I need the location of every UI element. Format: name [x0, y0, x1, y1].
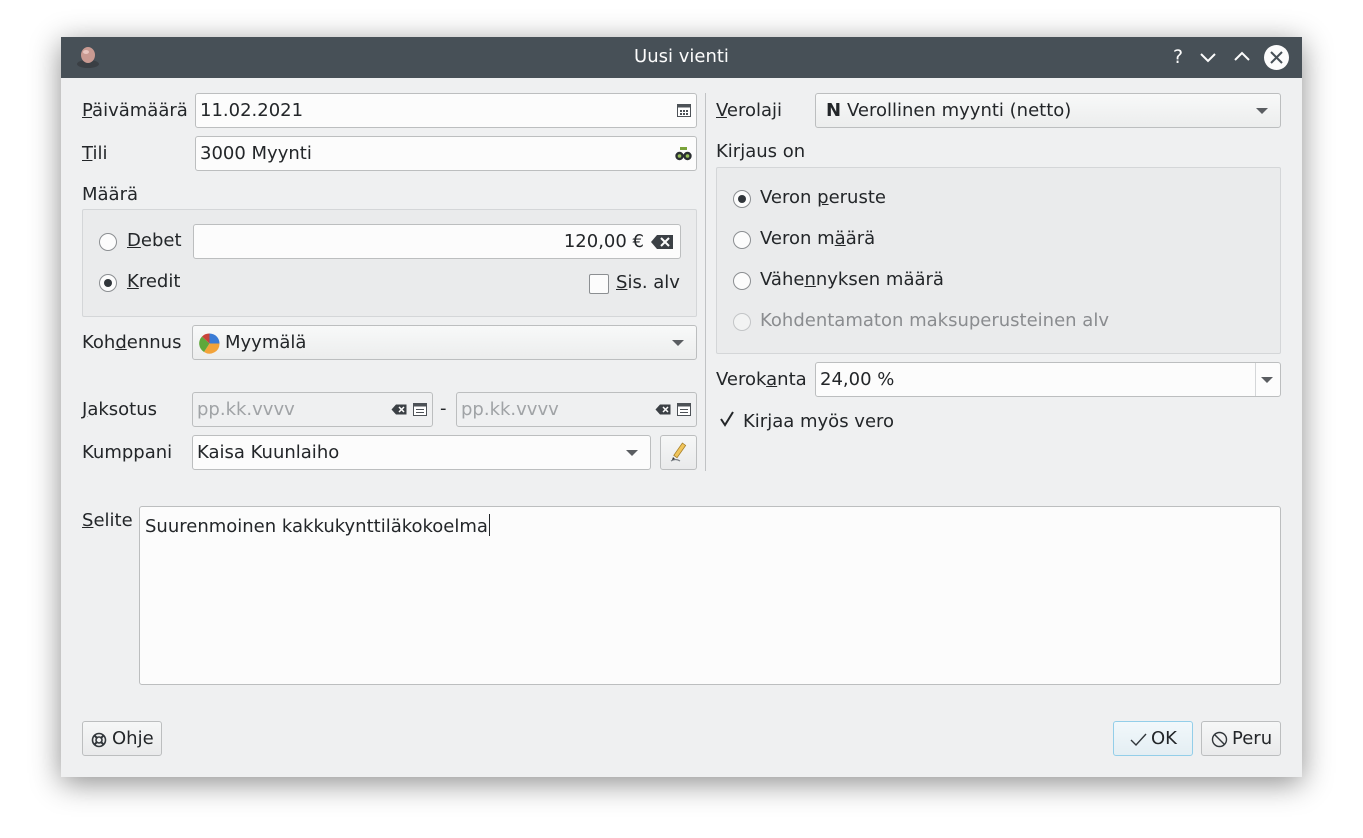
help-button-label: Ohje — [112, 728, 154, 749]
clear-text-icon[interactable] — [650, 234, 674, 250]
edit-partner-button[interactable] — [660, 435, 697, 470]
amount-label: Määrä — [82, 184, 139, 205]
partner-label: Kumppani — [82, 442, 173, 463]
dropdown-arrow-icon — [1261, 377, 1273, 383]
allocation-value: Myymälä — [225, 332, 307, 353]
option-deduction-radio[interactable] — [733, 272, 751, 290]
tax-type-value: Verollinen myynti (netto) — [847, 100, 1072, 121]
debit-radio[interactable] — [99, 233, 117, 251]
column-separator — [705, 93, 706, 471]
dialog-content: Päivämäärä 11.02.2021 Tili 3000 Myynti M… — [61, 78, 1302, 777]
period-to-placeholder: pp.kk.vvvv — [461, 399, 559, 420]
option-deduction-label[interactable]: Vähennyksen määrä — [760, 269, 944, 290]
option-unallocated-radio[interactable] — [733, 313, 751, 331]
period-to-field[interactable]: pp.kk.vvvv — [456, 392, 697, 427]
tax-rate-combobox[interactable]: 24,00 % — [815, 362, 1281, 397]
account-value: 3000 Myynti — [200, 143, 312, 164]
option-tax-base-radio[interactable] — [733, 190, 751, 208]
allocation-label: Kohdennus — [82, 332, 182, 353]
dropdown-arrow-icon — [672, 340, 684, 346]
tax-rate-value: 24,00 % — [820, 369, 895, 390]
checkmark-icon — [1130, 733, 1147, 746]
binoculars-icon[interactable] — [675, 147, 692, 161]
period-from-placeholder: pp.kk.vvvv — [197, 399, 295, 420]
tax-type-combobox[interactable]: N Verollinen myynti (netto) — [815, 93, 1281, 128]
incl-vat-checkbox[interactable] — [589, 274, 609, 294]
period-from-field[interactable]: pp.kk.vvvv — [192, 392, 433, 427]
tax-code: N — [826, 100, 842, 121]
ok-button-label: OK — [1151, 728, 1177, 749]
description-label: Selite — [82, 510, 133, 531]
also-post-tax-checkbox[interactable] — [718, 410, 736, 428]
title-bar[interactable]: Uusi vienti ? — [61, 37, 1302, 78]
option-tax-amount-label[interactable]: Veron määrä — [760, 228, 875, 249]
description-textarea[interactable]: Suurenmoinen kakkukynttiläkokoelma — [139, 506, 1281, 685]
option-unallocated-label: Kohdentamaton maksuperusteinen alv — [760, 310, 1109, 331]
cancel-button[interactable]: Peru — [1201, 721, 1281, 756]
amount-value: 120,00 € — [563, 231, 644, 252]
account-label: Tili — [82, 143, 108, 164]
partner-value: Kaisa Kuunlaiho — [197, 442, 340, 463]
calendar-icon[interactable] — [677, 403, 691, 416]
cancel-icon — [1211, 731, 1228, 748]
edit-pencil-icon — [670, 442, 687, 462]
dropdown-arrow-icon — [1256, 108, 1268, 114]
ok-button[interactable]: OK — [1113, 721, 1193, 756]
credit-radio[interactable] — [99, 274, 117, 292]
incl-vat-label[interactable]: Sis. alv — [616, 272, 680, 293]
amount-groupbox: Debet Kredit 120,00 € Sis. alv — [82, 209, 697, 317]
amount-field[interactable]: 120,00 € — [193, 224, 681, 259]
credit-label[interactable]: Kredit — [127, 271, 180, 292]
dialog-window: Uusi vienti ? Päivämäärä 11.02.2021 Tili… — [61, 37, 1302, 777]
cancel-button-label: Peru — [1232, 728, 1273, 749]
calendar-icon[interactable] — [677, 104, 691, 117]
window-title: Uusi vienti — [634, 46, 729, 67]
date-field[interactable]: 11.02.2021 — [195, 93, 697, 128]
description-value: Suurenmoinen kakkukynttiläkokoelma — [145, 514, 490, 537]
pie-chart-icon — [199, 333, 220, 354]
text-cursor — [488, 514, 490, 536]
close-button[interactable] — [1264, 45, 1289, 70]
help-title-button[interactable]: ? — [1166, 45, 1190, 69]
clear-text-icon[interactable] — [391, 404, 407, 415]
help-button[interactable]: Ohje — [82, 721, 162, 756]
combo-divider — [1255, 363, 1256, 396]
also-post-tax-label[interactable]: Kirjaa myös vero — [743, 411, 894, 432]
minimize-button[interactable] — [1198, 49, 1218, 65]
partner-combobox[interactable]: Kaisa Kuunlaiho — [192, 435, 651, 470]
tax-rate-label: Verokanta — [716, 369, 807, 390]
allocation-combobox[interactable]: Myymälä — [192, 325, 697, 360]
close-icon — [1270, 51, 1283, 64]
calendar-icon[interactable] — [413, 403, 427, 416]
option-tax-amount-radio[interactable] — [733, 231, 751, 249]
lifebuoy-icon — [91, 732, 107, 748]
period-separator: - — [440, 398, 447, 419]
option-tax-base-label[interactable]: Veron peruste — [760, 187, 886, 208]
dropdown-arrow-icon — [626, 450, 638, 456]
tax-type-label: Verolaji — [716, 100, 783, 121]
date-label: Päivämäärä — [82, 100, 188, 121]
maximize-button[interactable] — [1232, 49, 1252, 65]
entry-is-label: Kirjaus on — [716, 141, 806, 162]
entry-type-groupbox: Veron peruste Veron määrä Vähennyksen mä… — [716, 167, 1281, 354]
period-label: Jaksotus — [82, 399, 158, 420]
account-field[interactable]: 3000 Myynti — [195, 136, 697, 171]
clear-text-icon[interactable] — [655, 404, 671, 415]
date-value: 11.02.2021 — [200, 100, 304, 121]
debit-label[interactable]: Debet — [127, 230, 182, 251]
